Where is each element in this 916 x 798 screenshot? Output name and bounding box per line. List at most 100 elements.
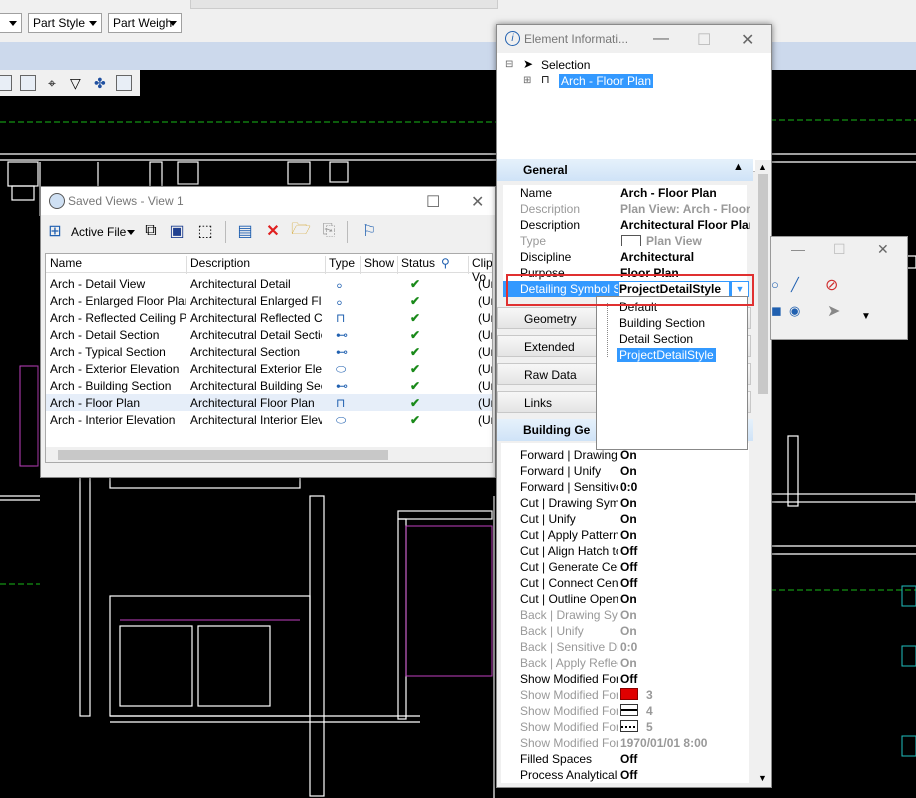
saved-views-titlebar[interactable]: Saved Views - View 1 ☐ ✕ [41,187,495,215]
view-description-cell: Architectural Enlarged Fl... [190,294,322,308]
property-row[interactable]: Cut | Apply Patterns On [503,527,747,543]
scroll-up-icon[interactable]: ▲ [758,162,767,172]
vertical-scrollbar[interactable]: ▲ ▼ [755,160,771,785]
property-row[interactable]: Name Arch - Floor Plan [503,185,747,201]
property-row[interactable]: Cut | Align Hatch to Off [503,543,747,559]
view-name-cell: Arch - Detail Section [50,328,160,342]
property-row[interactable]: Show Modified Forr 4 [503,703,747,719]
save-view-icon[interactable]: ▣ [167,221,187,241]
scrollbar-thumb[interactable] [58,450,388,460]
collapse-caret-icon[interactable]: ▲ [733,161,744,173]
minimize-icon[interactable]: — [653,30,669,48]
close-icon[interactable]: ✕ [741,30,754,50]
maximize-icon[interactable]: ☐ [426,192,440,212]
column-header-status[interactable]: Status [401,256,435,270]
property-row[interactable]: Forward | Unify On [503,463,747,479]
scroll-down-icon[interactable]: ▼ [758,773,767,783]
minimize-icon[interactable]: — [791,241,805,257]
status-filter-icon[interactable]: ⚲ [441,256,450,270]
combo-clipped[interactable] [0,13,22,33]
horizontal-scrollbar[interactable] [46,447,492,462]
table-row[interactable]: Arch - Floor Plan Architectural Floor Pla… [46,394,492,411]
dropdown-option[interactable]: Building Section [619,316,705,330]
property-row[interactable]: Description Plan View: Arch - Floor Plan [503,201,750,217]
property-row[interactable]: Show Modified Forr Off [503,671,747,687]
property-row[interactable]: Cut | Generate Cen Off [503,559,747,575]
properties-icon[interactable]: ▤ [235,221,255,241]
circle-tool-icon[interactable]: ○ [771,277,779,292]
column-header-name[interactable]: Name [50,256,82,270]
property-row[interactable]: Discipline Architectural [503,249,747,265]
table-row[interactable]: Arch - Detail View Architectural Detail ⸰ ✔… [46,275,492,293]
copy-views-icon[interactable]: ⧉ [141,221,161,241]
property-key: Show Modified Forr [520,736,618,750]
property-row[interactable]: Cut | Connect Cente Off [503,575,747,591]
part-style-combo[interactable]: Part Style [28,13,102,33]
property-row[interactable]: Process Analytical Off [503,767,747,783]
scrollbar-thumb[interactable] [758,174,768,394]
tree-expand-icon[interactable]: ⊞ [523,75,531,86]
export-icon[interactable]: ⎘ [319,221,339,241]
view-tree-icon[interactable]: ⊞ [45,221,65,241]
rotate-view-icon[interactable]: ⌖ [48,75,64,91]
property-row[interactable]: Back | Unify On [503,623,747,639]
view-attributes-icon[interactable] [116,75,132,91]
property-row[interactable]: Cut | Drawing Symb On [503,495,747,511]
table-row[interactable]: Arch - Reflected Ceiling Plan Architectur… [46,309,492,326]
no-symbol-icon[interactable]: ⊘ [825,275,838,295]
property-row[interactable]: Back | Apply Reflec On [503,655,747,671]
line-style-swatch [620,720,638,732]
property-row[interactable]: Cut | Unify On [503,511,747,527]
dropdown-option-selected[interactable]: ProjectDetailStyle [617,348,716,362]
property-row[interactable]: Show Modified Forr 5 [503,719,747,735]
table-row[interactable]: Arch - Interior Elevation Architectural I… [46,411,492,428]
property-row[interactable]: Description Architectural Floor Plan [503,217,750,233]
tree-root-label[interactable]: Selection [541,58,590,72]
column-header-type[interactable]: Type [329,256,355,270]
saved-views-title: Saved Views - View 1 [68,194,184,208]
tree-child-label[interactable]: Arch - Floor Plan [559,74,654,88]
property-row[interactable]: Back | Drawing Syn On [503,607,747,623]
filter-icon[interactable]: ▽ [70,75,86,91]
tree-collapse-icon[interactable]: ⊟ [505,59,513,70]
apply-view-icon[interactable]: ⚐ [359,221,379,241]
property-row[interactable]: Show Modified Forr 1970/01/01 8:00 [503,735,747,751]
table-row[interactable]: Arch - Exterior Elevation Architectural E… [46,360,492,377]
close-icon[interactable]: ✕ [471,192,484,212]
property-row[interactable]: Back | Sensitive Di 0:0 [503,639,747,655]
property-row[interactable]: Cut | Outline Openi On [503,591,747,607]
property-row[interactable]: Forward | Sensitive 0:0 [503,479,747,495]
table-row[interactable]: Arch - Building Section Architectural Bui… [46,377,492,394]
fill-tool-icon[interactable]: ◼ [771,303,782,319]
column-header-show[interactable]: Show [364,256,394,270]
select-arrow-icon[interactable]: ➤ [827,301,840,321]
open-folder-icon[interactable]: 🗁 [291,221,311,241]
property-row[interactable]: Show Modified Forr 3 [503,687,747,703]
part-weight-combo[interactable]: Part Weigh [108,13,182,33]
table-header: Name Description Type Show Status ⚲ Clip… [46,254,492,284]
table-row[interactable]: Arch - Detail Section Architecutral Detai… [46,326,492,343]
property-value: Plan View: Arch - Floor Plan [620,202,750,216]
view-tool-icon[interactable] [0,75,12,91]
general-section-header[interactable]: General ▲ [497,159,753,181]
maximize-icon[interactable]: ☐ [833,241,846,258]
element-info-titlebar[interactable]: i Element Informati... — ☐ ✕ [497,25,771,53]
globe-icon[interactable]: ◉ [789,303,800,319]
select-view-icon[interactable]: ⬚ [195,221,215,241]
active-file-dropdown-icon[interactable] [127,230,135,235]
close-icon[interactable]: ✕ [877,241,889,258]
property-row[interactable]: Filled Spaces Off [503,751,747,767]
dropdown-option[interactable]: Detail Section [619,332,693,346]
property-key: Cut | Apply Patterns [520,528,618,542]
line-tool-icon[interactable]: ╱ [791,277,799,293]
property-row[interactable]: Type Plan View [503,233,747,249]
active-file-label[interactable]: Active File [71,225,126,239]
table-row[interactable]: Arch - Typical Section Architectural Sect… [46,343,492,360]
display-style-icon[interactable]: ✤ [94,75,110,91]
column-header-description[interactable]: Description [190,256,250,270]
chevron-down-icon[interactable]: ▼ [861,311,871,322]
delete-icon[interactable]: ✕ [263,221,283,241]
maximize-icon[interactable]: ☐ [697,30,711,50]
window-area-icon[interactable] [20,75,36,91]
table-row[interactable]: Arch - Enlarged Floor Plan Architectural … [46,292,492,310]
